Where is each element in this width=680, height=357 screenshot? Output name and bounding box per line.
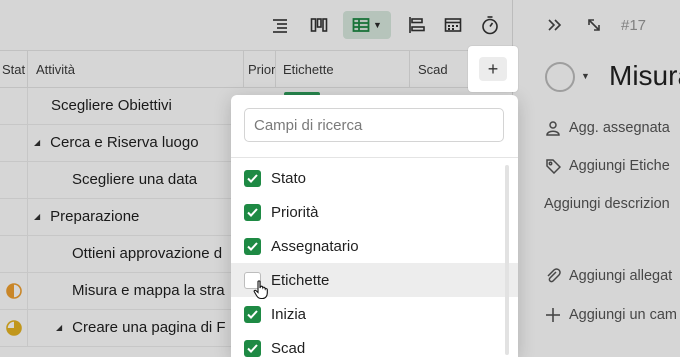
status-cell[interactable] [0,162,28,198]
task-detail-panel: #17 ▼ Misura Agg. assegnata Aggiungi Eti… [512,0,680,357]
field-option-label: Inizia [271,305,307,323]
add-tags-label: Aggiungi Etiche [569,158,670,174]
gantt-view-icon[interactable] [402,11,432,39]
task-name[interactable]: Misura e mappa la stra [72,273,225,309]
status-cell[interactable] [0,273,28,309]
board-view-icon[interactable] [304,11,334,39]
field-option-label: Assegnatario [271,237,359,255]
add-description-label: Aggiungi descrizion [544,196,670,212]
checkbox-checked[interactable] [244,339,261,357]
add-assignee[interactable]: Agg. assegnata [543,120,670,136]
add-description[interactable]: Aggiungi descrizion [544,196,670,212]
add-attachment[interactable]: Aggiungi allegat [543,268,672,284]
status-half-yellow-icon [5,320,22,336]
table-header: Stat Attività Prior Etichette Scad [0,50,512,88]
status-cell[interactable] [0,125,28,161]
add-tags[interactable]: Aggiungi Etiche [543,158,670,174]
checkbox-checked[interactable] [244,203,261,221]
paperclip-icon [543,268,563,284]
column-header-status[interactable]: Stat [0,51,28,88]
field-option-start[interactable]: Inizia [231,297,518,331]
field-option-label: Priorità [271,203,319,221]
chevron-down-icon[interactable]: ▼ [581,71,590,81]
status-cell[interactable] [0,199,28,235]
checkbox-checked[interactable] [244,169,261,187]
task-name[interactable]: Creare una pagina di F [72,319,225,336]
calendar-view-icon[interactable] [438,11,468,39]
chevron-down-icon: ▼ [373,20,382,30]
table-view-icon[interactable]: ▼ [343,11,391,39]
hand-pointer-cursor-icon [253,280,269,305]
task-name[interactable]: Scegliere una data [72,162,197,198]
collapse-caret-icon[interactable]: ◢ [56,323,62,332]
checkbox-checked[interactable] [244,237,261,255]
add-attachment-label: Aggiungi allegat [569,268,673,284]
add-custom-field[interactable]: Aggiungi un cam [543,307,677,323]
status-half-orange-icon [5,283,22,299]
task-name[interactable]: Scegliere Obiettivi [51,88,172,124]
status-cell[interactable] [0,88,28,124]
field-option-label: Etichette [271,271,330,289]
status-cell[interactable] [0,310,28,346]
task-name[interactable]: Preparazione [50,208,139,225]
list-view-icon[interactable] [265,11,295,39]
add-custom-field-label: Aggiungi un cam [569,307,678,323]
task-complete-toggle[interactable] [545,62,575,92]
field-option-tags[interactable]: Etichette [231,263,518,297]
task-title[interactable]: Misura [609,60,680,92]
status-cell[interactable] [0,236,28,272]
task-name[interactable]: Ottieni approvazione d [72,236,222,272]
tag-icon [543,158,563,174]
field-search-input[interactable] [244,108,504,142]
field-option-assignee[interactable]: Assegnatario [231,229,518,263]
field-option-priority[interactable]: Priorità [231,195,518,229]
column-header-priority[interactable]: Prior [244,51,276,88]
task-name[interactable]: Cerca e Riserva luogo [50,134,198,151]
column-picker-dropdown: Stato Priorità Assegnatario Etichette In… [231,95,518,357]
collapse-caret-icon[interactable]: ◢ [34,138,40,147]
collapse-panel-icon[interactable] [546,17,562,36]
checkbox-checked[interactable] [244,305,261,323]
divider [231,157,518,158]
column-header-task[interactable]: Attività [28,51,244,88]
expand-icon[interactable] [586,17,602,36]
person-icon [543,120,563,136]
add-assignee-label: Agg. assegnata [569,120,670,136]
column-header-tags[interactable]: Etichette [276,51,410,88]
field-option-label: Scad [271,339,306,357]
field-option-status[interactable]: Stato [231,161,518,195]
collapse-caret-icon[interactable]: ◢ [34,212,40,221]
view-toolbar: ▼ [0,0,512,50]
field-option-label: Stato [271,169,307,187]
plus-icon: + [479,57,507,81]
plus-icon [543,307,563,323]
timer-icon[interactable] [475,11,505,39]
scrollbar[interactable] [505,165,509,355]
field-option-due[interactable]: Scad [231,331,518,357]
task-id: #17 [621,17,647,34]
add-column-button[interactable]: + [468,46,518,92]
